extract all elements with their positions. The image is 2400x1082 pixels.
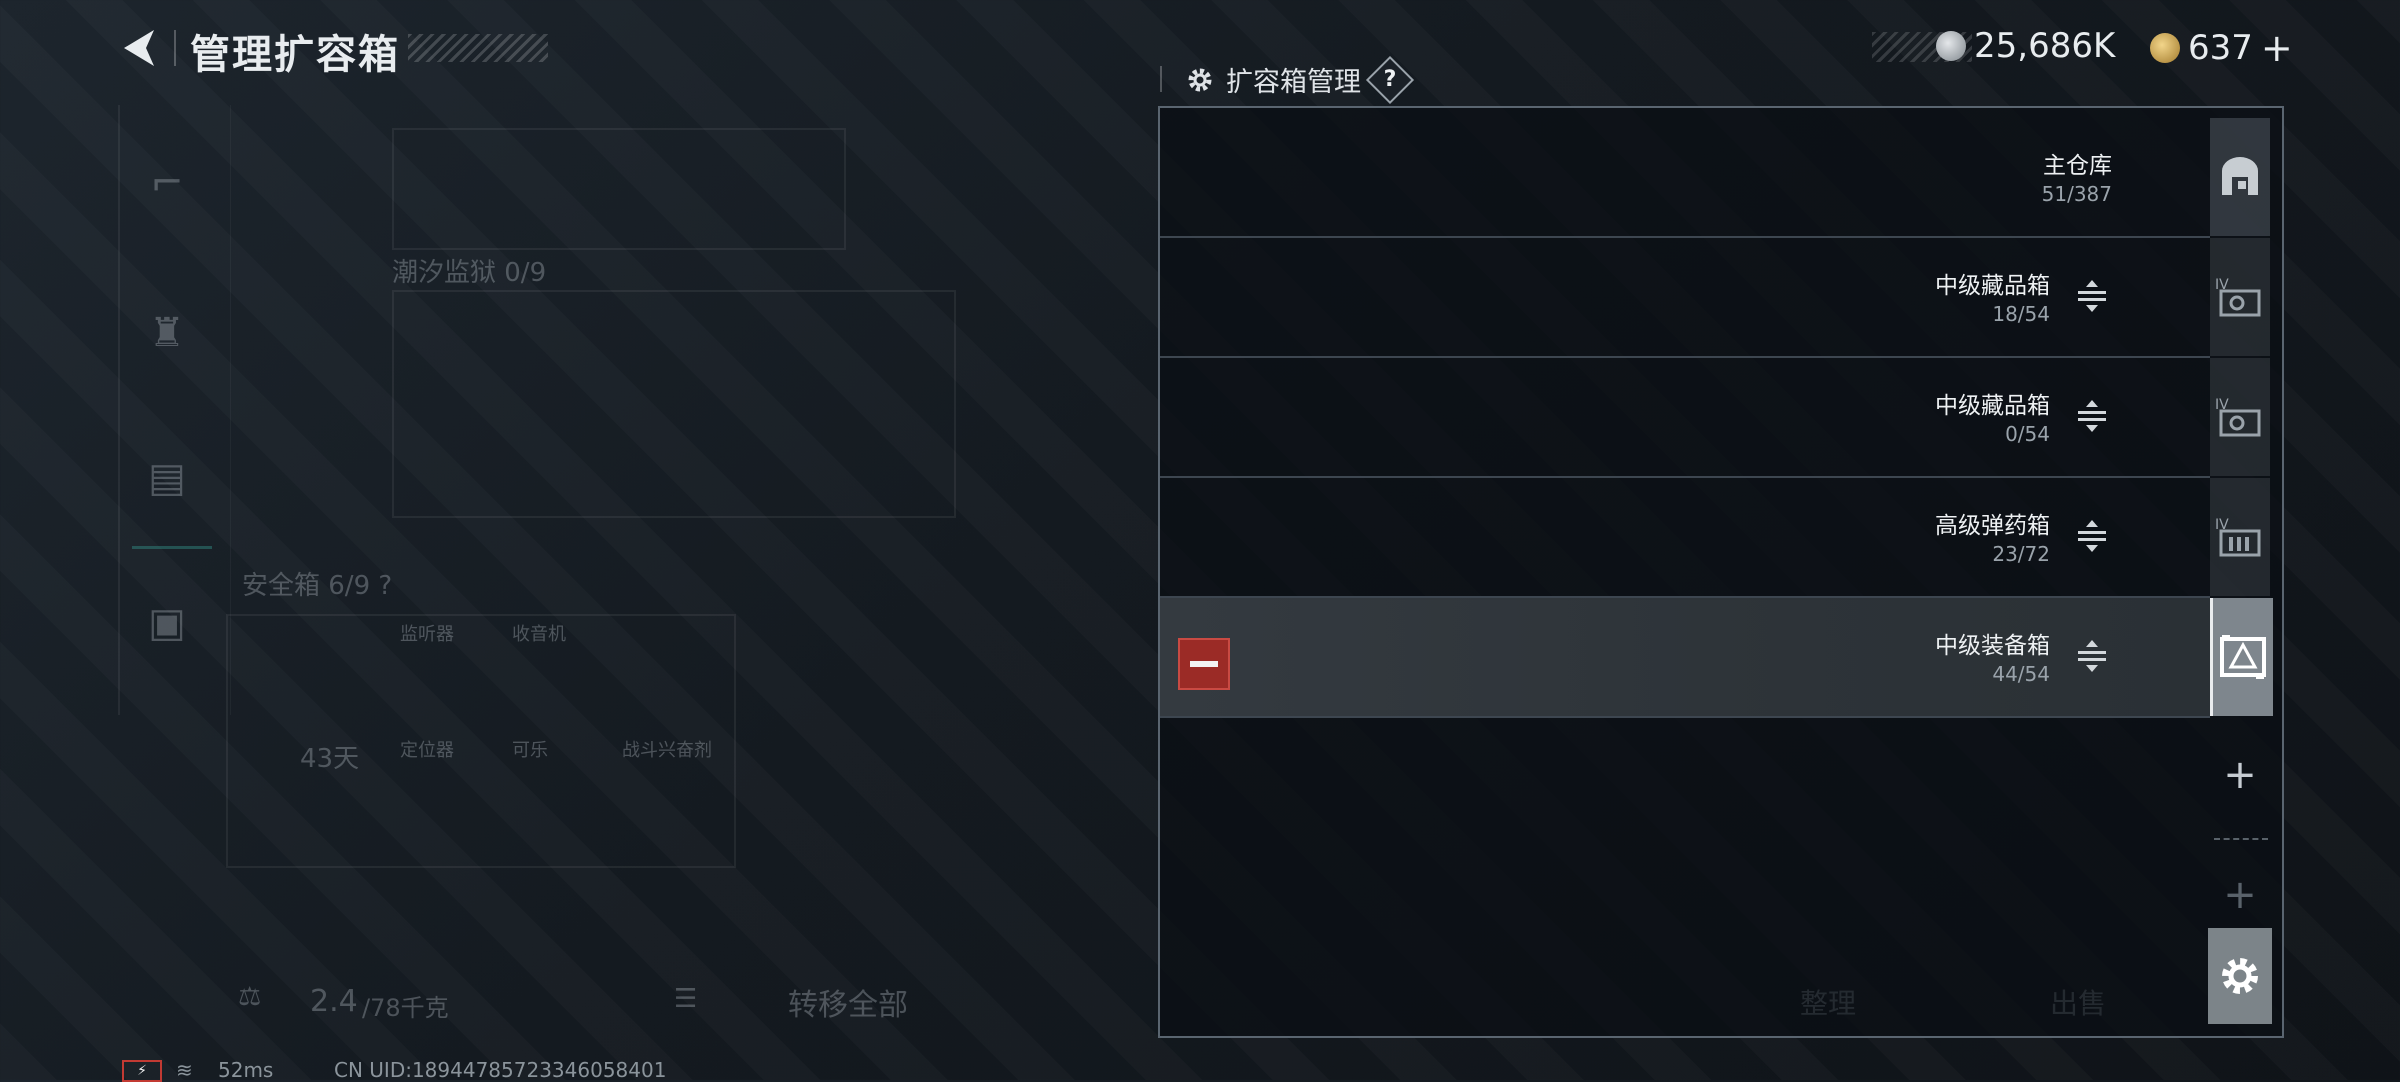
drag-handle-icon[interactable]: [2074, 278, 2110, 314]
weight-value: 2.4: [310, 984, 358, 1019]
panel-header: 扩容箱管理 ?: [1186, 55, 1415, 104]
collection-box-icon: IV: [2215, 397, 2261, 437]
backpack-icon[interactable]: ▤: [140, 455, 194, 509]
battery-icon: ⚡: [122, 1060, 162, 1082]
add-currency-button[interactable]: +: [2261, 26, 2293, 70]
row-name: 中级藏品箱: [1935, 273, 2050, 299]
settings-button[interactable]: [2208, 928, 2272, 1024]
row-name: 中级装备箱: [1935, 633, 2050, 659]
item-label-4: 可乐: [512, 740, 548, 761]
armor-icon[interactable]: ♜: [140, 310, 194, 364]
item-label-3: 定位器: [400, 740, 454, 761]
silver-amount: 25,686K: [1974, 26, 2116, 66]
tab-equipment-box[interactable]: [2210, 598, 2273, 716]
gear-icon: [1188, 68, 1212, 91]
tab-collection-box-1[interactable]: IV: [2210, 238, 2270, 356]
collection-box-icon: IV: [2215, 277, 2261, 317]
tab-collection-box-2[interactable]: IV: [2210, 358, 2270, 476]
tide-monitor-grid: [392, 290, 956, 518]
row-count: 23/72: [1992, 542, 2050, 566]
list-item-equipment-box[interactable]: 中级装备箱 44/54: [1160, 598, 2210, 718]
page-title: 管理扩容箱: [190, 32, 400, 78]
ammo-box-icon: IV: [2215, 517, 2261, 557]
remove-box-button[interactable]: [1178, 638, 1230, 690]
row-count: 51/387: [2041, 182, 2112, 206]
list-item-collection-box-1[interactable]: 中级藏品箱 18/54: [1160, 238, 2210, 358]
help-button[interactable]: ?: [1365, 55, 1415, 104]
tide-monitor-label: 潮汐监狱 0/9: [392, 258, 547, 288]
equipment-box-icon: [2220, 635, 2266, 679]
row-count: 0/54: [2005, 422, 2050, 446]
row-count: 44/54: [1992, 662, 2050, 686]
list-item-collection-box-2[interactable]: 中级藏品箱 0/54: [1160, 358, 2210, 478]
weight-icon: ⚖: [238, 982, 262, 1012]
silver-currency: 25,686K: [1936, 26, 2115, 66]
weight-limit: /78千克: [362, 994, 449, 1022]
nav-active-indicator: [132, 546, 212, 549]
list-icon[interactable]: ☰: [674, 984, 697, 1014]
gear-icon: [2222, 958, 2258, 994]
slot-divider: [2214, 838, 2268, 840]
wifi-icon: ≋: [176, 1058, 193, 1082]
add-box-button[interactable]: +: [2210, 752, 2270, 798]
title-decoration: [408, 34, 548, 62]
gold-currency: 637 +: [2150, 26, 2293, 70]
item-label-1: 监听器: [400, 624, 454, 645]
safe-box-days: 43天: [300, 744, 360, 774]
item-label-5: 战斗兴奋剂: [622, 740, 712, 761]
gold-coin-icon: [2150, 33, 2180, 63]
user-uid: CN UID:18944785723346058401: [334, 1058, 667, 1082]
help-icon: ?: [1383, 66, 1397, 92]
panel-title: 扩容箱管理: [1226, 67, 1361, 98]
list-item-main-warehouse[interactable]: 主仓库 51/387: [1160, 118, 2210, 238]
panel-head-divider: [1160, 66, 1162, 92]
add-box-button-disabled[interactable]: +: [2210, 872, 2270, 918]
list-item-ammo-box[interactable]: 高级弹药箱 23/72: [1160, 478, 2210, 598]
title-divider: [174, 30, 176, 66]
item-label-2: 收音机: [512, 624, 566, 645]
safe-box-label: 安全箱 6/9 ?: [242, 571, 393, 601]
drag-handle-icon[interactable]: [2074, 638, 2110, 674]
row-name: 高级弹药箱: [1935, 513, 2050, 539]
drag-handle-icon[interactable]: [2074, 518, 2110, 554]
silver-coin-icon: [1936, 31, 1966, 61]
row-count: 18/54: [1992, 302, 2050, 326]
row-name: 主仓库: [2043, 153, 2112, 179]
ping-value: 52ms: [218, 1058, 274, 1082]
row-name: 中级藏品箱: [1935, 393, 2050, 419]
tab-main-warehouse[interactable]: [2210, 118, 2270, 236]
slot-box-top: [392, 128, 846, 250]
back-arrow-icon[interactable]: [118, 26, 160, 70]
tab-ammo-box[interactable]: IV: [2210, 478, 2270, 596]
weapon-icon[interactable]: ⌐: [140, 160, 194, 214]
gold-amount: 637: [2188, 28, 2253, 68]
warehouse-icon: [2222, 157, 2258, 195]
case-icon[interactable]: ▣: [140, 600, 194, 654]
transfer-all-button[interactable]: 转移全部: [788, 980, 908, 1024]
drag-handle-icon[interactable]: [2074, 398, 2110, 434]
